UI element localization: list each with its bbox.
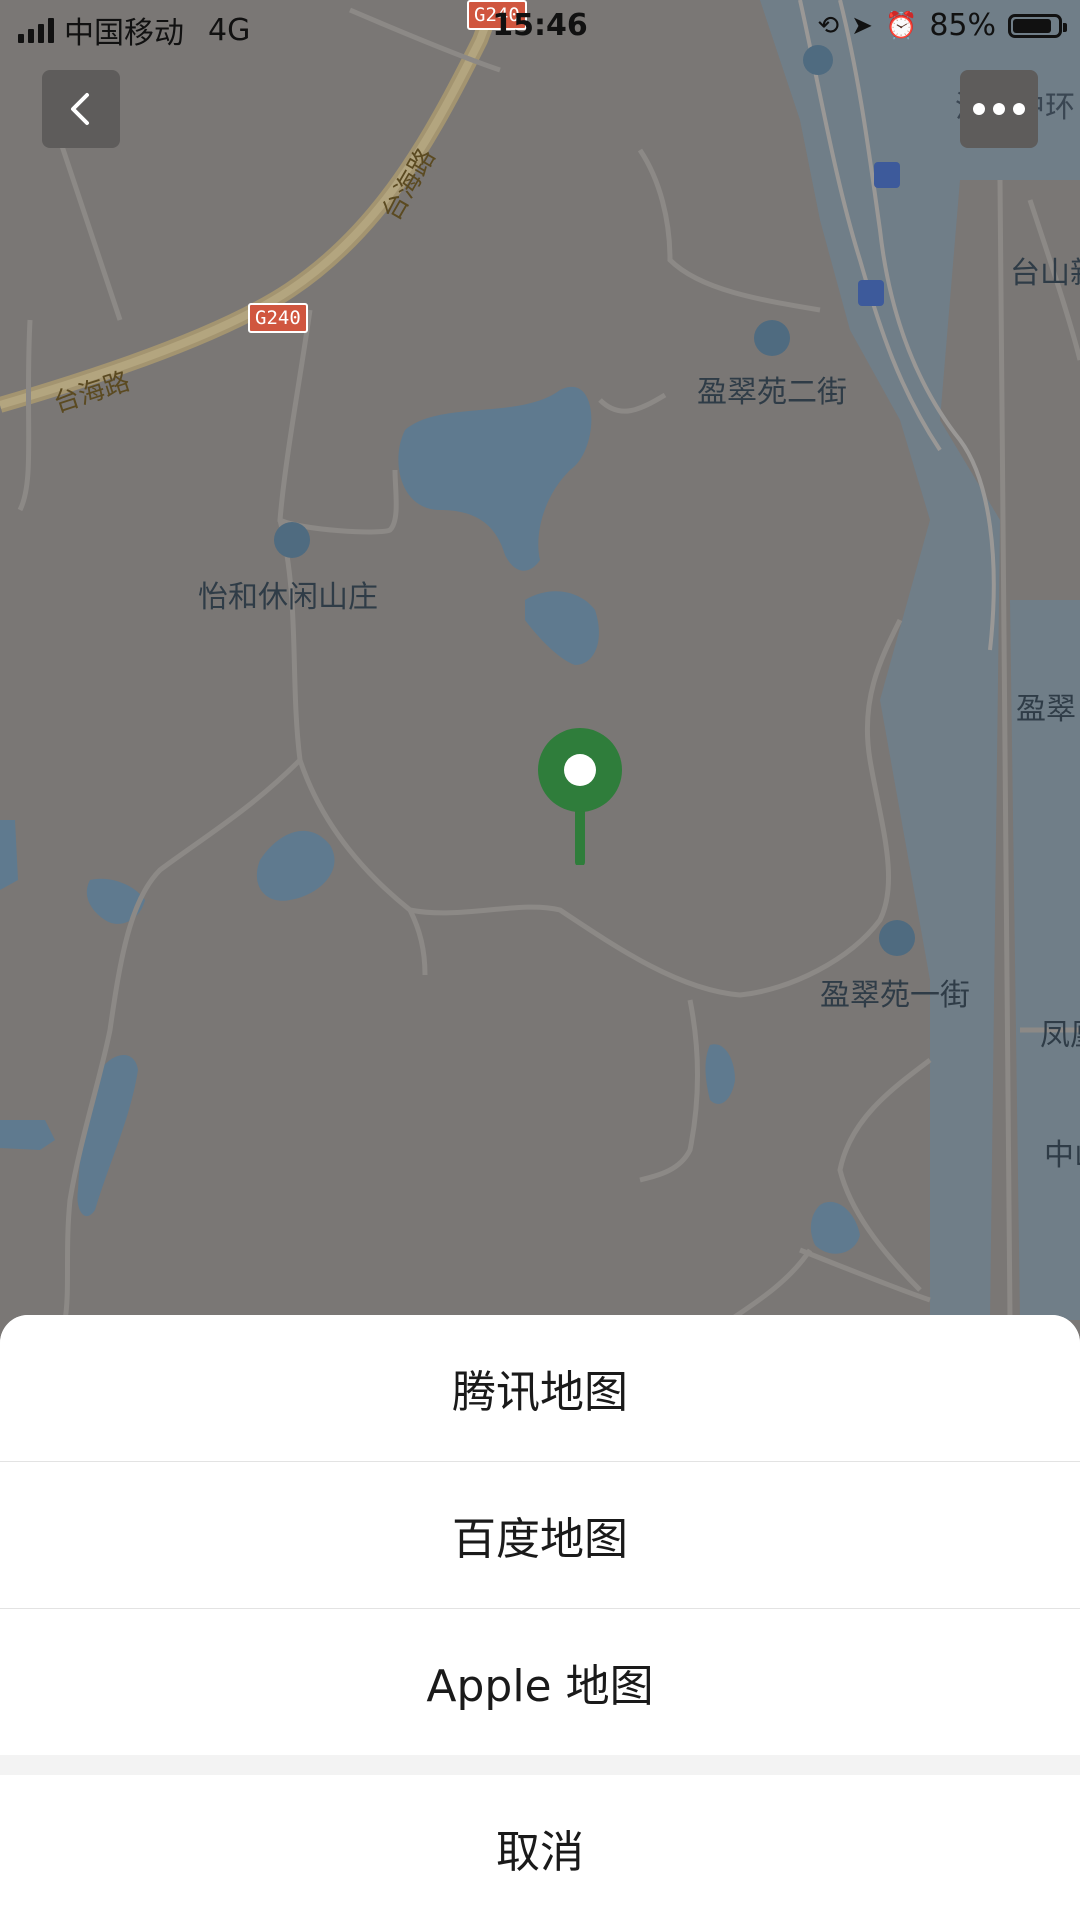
map-label-taishan: 台山新 — [1010, 256, 1080, 291]
chevron-left-icon — [71, 93, 89, 125]
map-label-ying: 盈翠 — [1016, 692, 1076, 727]
location-pin-icon[interactable] — [535, 725, 625, 865]
more-button[interactable] — [960, 70, 1038, 148]
highway-shield: G240 — [248, 303, 308, 333]
map-label-yingcui-1: 盈翠苑一街 — [820, 978, 970, 1013]
action-sheet: 腾讯地图 百度地图 Apple 地图 取消 — [0, 1315, 1080, 1920]
sheet-option-baidu-maps[interactable]: 百度地图 — [0, 1462, 1080, 1608]
cancel-button[interactable]: 取消 — [0, 1775, 1080, 1920]
map-label-zhong: 中山 — [1044, 1138, 1080, 1173]
rotation-lock-icon: ⟲ — [817, 10, 840, 41]
location-arrow-icon: ➤ — [851, 10, 873, 41]
status-bar: 中国移动 4G 15:46 ⟲ ➤ ⏰ 85% — [0, 0, 1080, 56]
back-button[interactable] — [42, 70, 120, 148]
more-dots-icon — [973, 103, 1025, 115]
sheet-option-tencent-maps[interactable]: 腾讯地图 — [0, 1315, 1080, 1461]
battery-icon — [1008, 13, 1067, 38]
alarm-icon: ⏰ — [884, 10, 918, 41]
sheet-option-apple-maps[interactable]: Apple 地图 — [0, 1609, 1080, 1755]
map-label-yihe: 怡和休闲山庄 — [198, 580, 378, 615]
battery-percent: 85% — [929, 8, 996, 43]
map-label-feng: 凤凰 — [1040, 1018, 1080, 1053]
map-label-yingcui-2: 盈翠苑二街 — [697, 375, 847, 410]
